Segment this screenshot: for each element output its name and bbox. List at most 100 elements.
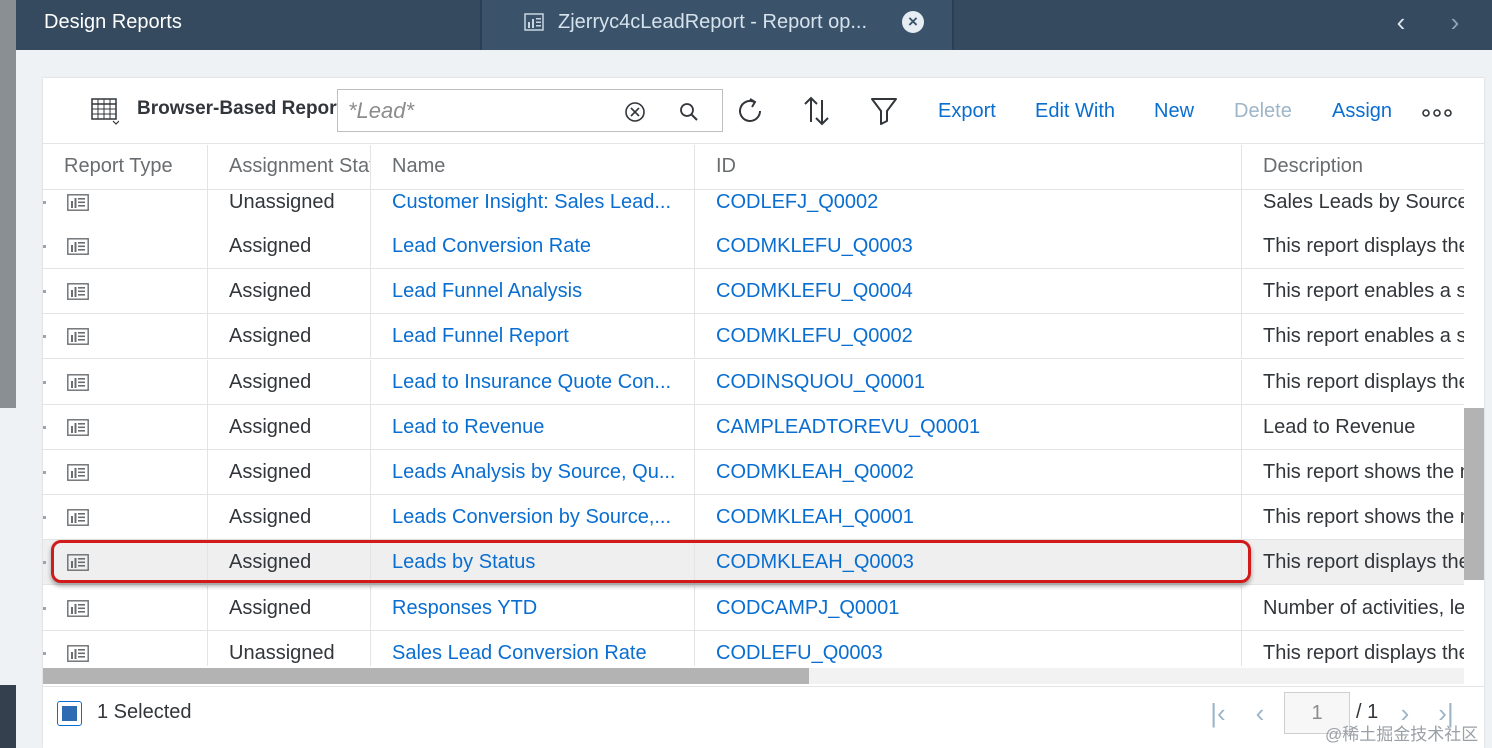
cell-description: This report displays the: [1263, 642, 1464, 664]
table-header: Report Type Assignment Status Name ID De…: [43, 145, 1464, 190]
cell-id-link[interactable]: CAMPLEADTOREVU_Q0001: [695, 405, 1242, 450]
checkbox-mark: [62, 706, 77, 721]
cell-description: This report shows the n: [1263, 461, 1464, 483]
export-button[interactable]: Export: [938, 98, 996, 124]
column-header-report-type[interactable]: Report Type: [43, 145, 208, 190]
chevron-left-icon[interactable]: ‹: [1386, 8, 1416, 36]
table-row[interactable]: Assigned Lead Funnel Report CODMKLEFU_Q000…: [43, 314, 1464, 359]
cell-id-link[interactable]: CODMKLEFU_Q0004: [695, 269, 1242, 314]
new-button[interactable]: New: [1154, 98, 1194, 124]
close-tab-icon[interactable]: ×: [902, 11, 924, 33]
cell-assignment-status: Assigned: [208, 586, 371, 631]
horizontal-scrollbar-thumb[interactable]: [43, 668, 809, 684]
previous-page-icon[interactable]: ‹: [1245, 699, 1275, 727]
column-header-name[interactable]: Name: [371, 145, 695, 190]
table-row[interactable]: Unassigned Customer Insight: Sales Lead..…: [43, 190, 1464, 225]
cell-report-type: [43, 360, 208, 405]
tab-label: Zjerryc4cLeadReport - Report op...: [558, 11, 868, 33]
cell-assignment-status: Assigned: [208, 540, 371, 585]
cell-id-link[interactable]: CODINSQUOU_Q0001: [695, 360, 1242, 405]
app-title: Design Reports: [44, 11, 182, 33]
cell-id-link[interactable]: CODMKLEFU_Q0002: [695, 314, 1242, 359]
cell-name-link[interactable]: Sales Lead Conversion Rate: [371, 631, 695, 666]
clear-search-icon[interactable]: [624, 101, 646, 123]
report-icon: [67, 600, 89, 617]
cell-report-type: [43, 269, 208, 314]
column-header-id[interactable]: ID: [695, 145, 1242, 190]
table-row[interactable]: Assigned Lead to Insurance Quote Con... CO…: [43, 360, 1464, 405]
cell-report-type: [43, 190, 208, 225]
column-header-description[interactable]: Description: [1242, 145, 1464, 190]
assign-button[interactable]: Assign: [1332, 98, 1392, 124]
cell-id-link[interactable]: CODMKLEAH_Q0003: [695, 540, 1242, 585]
cell-id-link[interactable]: CODMKLEFU_Q0003: [695, 224, 1242, 269]
report-icon: [67, 194, 89, 211]
cell-assignment-status: Assigned: [208, 405, 371, 450]
table-row[interactable]: Assigned Lead to Revenue CAMPLEADTOREVU_Q0…: [43, 405, 1464, 450]
cell-assignment-status: Assigned: [208, 360, 371, 405]
cell-id-link[interactable]: CODLEFJ_Q0002: [695, 190, 1242, 225]
vertical-scrollbar[interactable]: [1464, 408, 1484, 580]
cell-id-link[interactable]: CODMKLEAH_Q0002: [695, 450, 1242, 495]
cell-description: Sales Leads by Source: [1263, 191, 1464, 213]
edit-with-button[interactable]: Edit With: [1035, 98, 1115, 124]
cell-name-link[interactable]: Leads Conversion by Source,...: [371, 495, 695, 540]
chevron-right-icon[interactable]: ›: [1440, 8, 1470, 36]
cell-name-link[interactable]: Lead to Revenue: [371, 405, 695, 450]
search-icon[interactable]: [678, 101, 700, 123]
delete-button[interactable]: Delete: [1234, 98, 1292, 124]
more-options-icon[interactable]: [1421, 106, 1453, 120]
cell-name-link[interactable]: Lead Conversion Rate: [371, 224, 695, 269]
sort-icon[interactable]: [800, 94, 834, 128]
table-row[interactable]: Assigned Lead Conversion Rate CODMKLEFU_Q0…: [43, 224, 1464, 269]
table-row[interactable]: Assigned Leads Conversion by Source,... CO…: [43, 495, 1464, 540]
column-header-assignment-status[interactable]: Assignment Status: [208, 145, 371, 190]
cell-id-link[interactable]: CODMKLEAH_Q0001: [695, 495, 1242, 540]
cell-description: Lead to Revenue: [1263, 416, 1416, 438]
left-panel-edge-bottom: [0, 685, 16, 748]
cell-name-link[interactable]: Lead to Insurance Quote Con...: [371, 360, 695, 405]
search-input[interactable]: [348, 96, 608, 126]
cell-id-link[interactable]: CODCAMPJ_Q0001: [695, 586, 1242, 631]
report-icon: [67, 464, 89, 481]
refresh-icon[interactable]: [733, 94, 767, 128]
reports-panel: Browser-Based Reports *Lead* Export Edit…: [43, 78, 1484, 748]
table-row[interactable]: Unassigned Sales Lead Conversion Rate CODL…: [43, 631, 1464, 666]
cell-name-link[interactable]: Leads Analysis by Source, Qu...: [371, 450, 695, 495]
cell-name-link[interactable]: Customer Insight: Sales Lead...: [371, 190, 695, 225]
cell-report-type: [43, 586, 208, 631]
filter-icon[interactable]: [867, 94, 901, 128]
cell-name-link[interactable]: Lead Funnel Analysis: [371, 269, 695, 314]
cell-description: This report enables a s: [1263, 280, 1464, 302]
cell-name-link[interactable]: Leads by Status: [371, 540, 695, 585]
cell-description: This report displays the: [1263, 371, 1464, 393]
tab-report[interactable]: Zjerryc4cLeadReport - Report op... ×: [480, 0, 954, 50]
first-page-icon[interactable]: |‹: [1203, 699, 1233, 727]
table-view-icon[interactable]: [91, 96, 119, 126]
cell-assignment-status: Assigned: [208, 495, 371, 540]
cell-assignment-status: Unassigned: [208, 631, 371, 666]
cell-report-type: [43, 314, 208, 359]
cell-id-link[interactable]: CODLEFU_Q0003: [695, 631, 1242, 666]
shell-bar: Design Reports Zjerryc4cLeadReport - Rep…: [16, 0, 1492, 50]
cell-description: This report shows the n: [1263, 506, 1464, 528]
report-icon: [67, 328, 89, 345]
cell-name-link[interactable]: Responses YTD: [371, 586, 695, 631]
cell-report-type: [43, 450, 208, 495]
cell-report-type: [43, 405, 208, 450]
table-row[interactable]: Assigned Leads Analysis by Source, Qu... C…: [43, 450, 1464, 495]
watermark: @稀土掘金技术社区: [1325, 725, 1479, 744]
table-row[interactable]: Assigned Lead Funnel Analysis CODMKLEFU_Q0…: [43, 269, 1464, 314]
select-all-checkbox[interactable]: [57, 701, 82, 726]
cell-name-link[interactable]: Lead Funnel Report: [371, 314, 695, 359]
cell-report-type: [43, 631, 208, 666]
selected-count: 1 Selected: [97, 701, 192, 723]
cell-assignment-status: Unassigned: [208, 190, 371, 225]
cell-assignment-status: Assigned: [208, 269, 371, 314]
cell-report-type: [43, 224, 208, 269]
search-field[interactable]: [337, 89, 723, 132]
cell-description: This report displays the: [1263, 235, 1464, 257]
cell-assignment-status: Assigned: [208, 224, 371, 269]
table-row[interactable]: Assigned Leads by Status CODMKLEAH_Q0003 Th…: [43, 540, 1464, 585]
table-row[interactable]: Assigned Responses YTD CODCAMPJ_Q0001 Numbe…: [43, 586, 1464, 631]
